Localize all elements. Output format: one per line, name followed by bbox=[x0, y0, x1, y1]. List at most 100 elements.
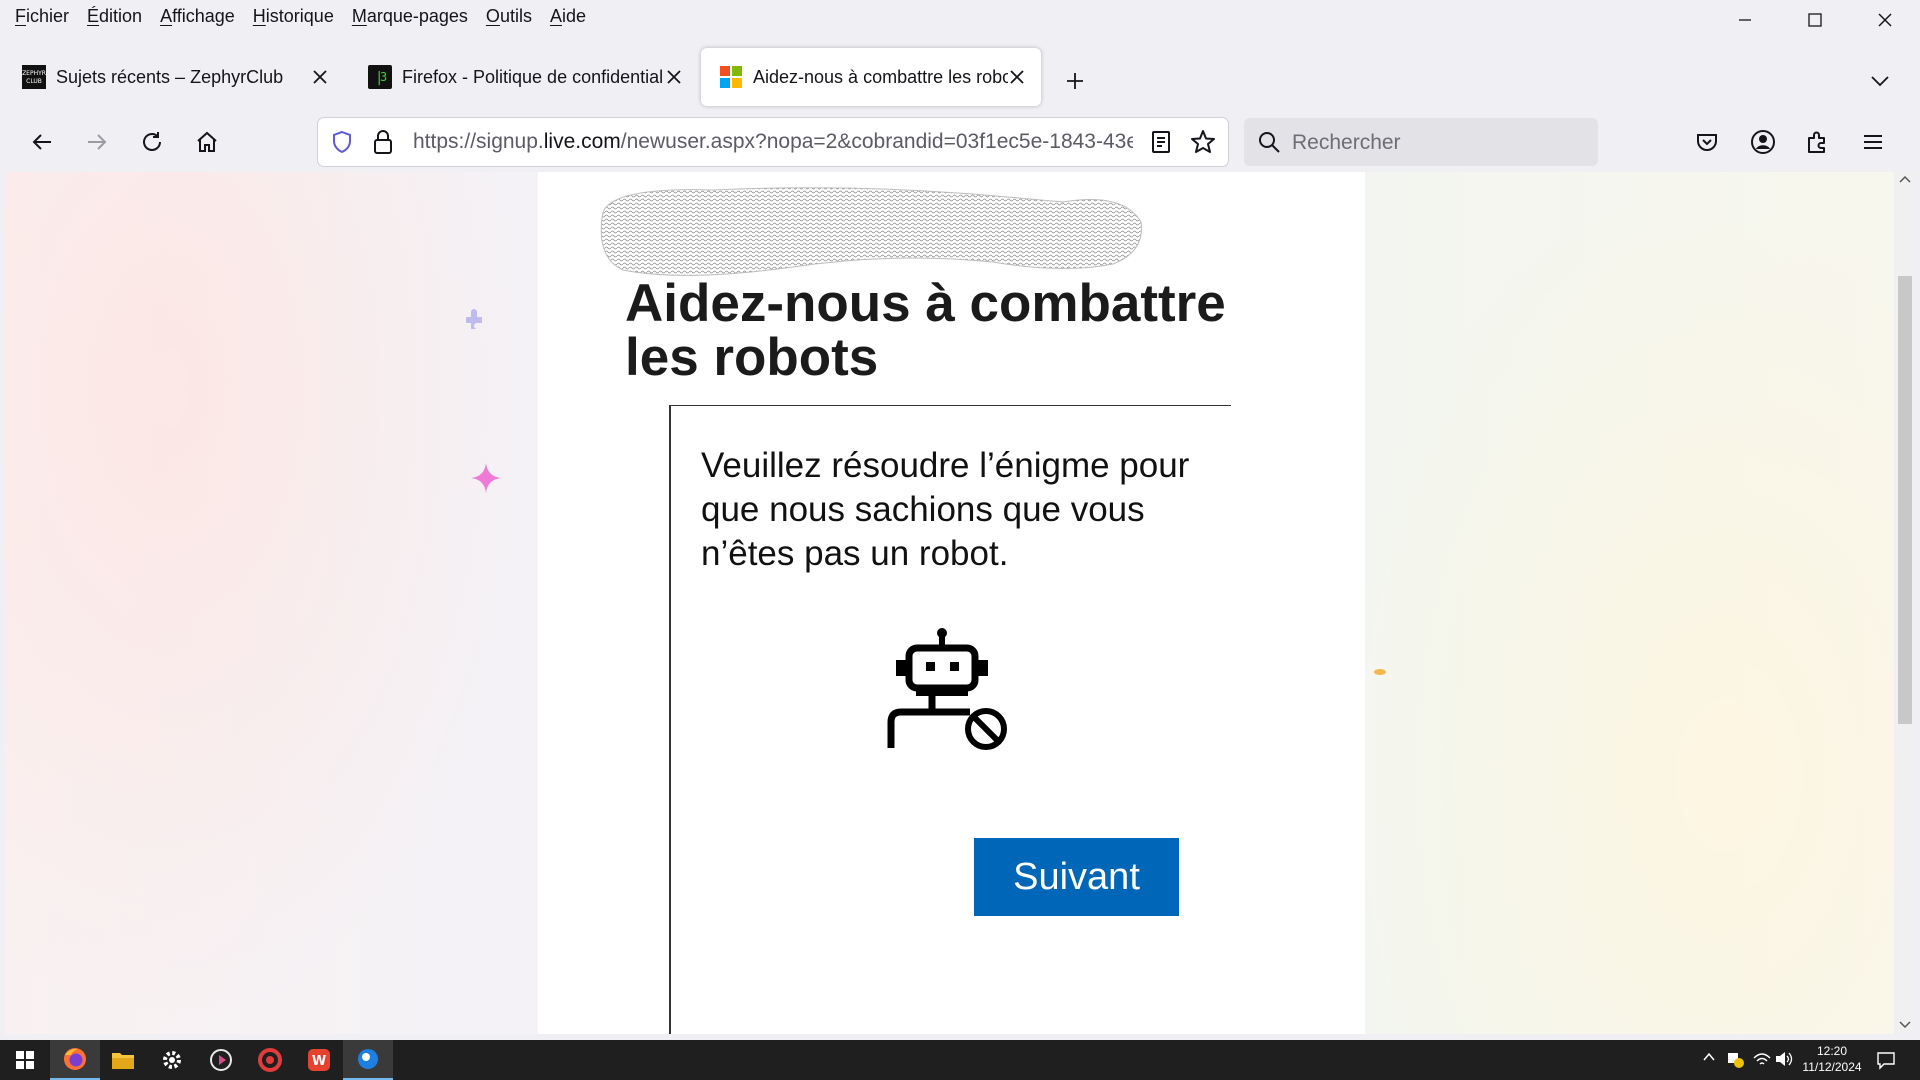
close-icon bbox=[667, 70, 681, 84]
back-button[interactable] bbox=[22, 122, 62, 162]
puzzle-decoration-icon bbox=[466, 309, 482, 329]
menu-edition[interactable]: Édition bbox=[87, 6, 142, 27]
plus-icon bbox=[1067, 73, 1083, 89]
scroll-down-icon[interactable] bbox=[1899, 1020, 1911, 1030]
menu-aide[interactable]: Aide bbox=[550, 6, 586, 27]
search-placeholder: Rechercher bbox=[1292, 131, 1401, 154]
vertical-scrollbar[interactable] bbox=[1894, 172, 1916, 1034]
browser-chrome: Fichier Édition Affichage Historique Mar… bbox=[0, 0, 1920, 172]
forward-arrow-icon bbox=[88, 134, 107, 150]
menu-bar: Fichier Édition Affichage Historique Mar… bbox=[0, 0, 1920, 32]
next-button[interactable]: Suivant bbox=[974, 838, 1179, 916]
dot-decoration-icon bbox=[1374, 669, 1386, 675]
notifications-button[interactable] bbox=[1876, 1050, 1896, 1075]
window-controls bbox=[1710, 0, 1920, 40]
reader-view-icon[interactable] bbox=[1150, 130, 1172, 154]
clock-time: 12:20 bbox=[1816, 1044, 1848, 1058]
new-tab-button[interactable] bbox=[1057, 63, 1093, 99]
taskbar-app-red[interactable] bbox=[245, 1040, 295, 1080]
close-window-button[interactable] bbox=[1850, 0, 1920, 40]
menu-historique[interactable]: Historique bbox=[253, 6, 334, 27]
taskbar-firefox[interactable] bbox=[50, 1040, 100, 1080]
close-icon bbox=[1878, 13, 1892, 27]
tray-network[interactable] bbox=[1752, 1050, 1772, 1073]
tab-title: Firefox - Politique de confidentialité bbox=[402, 66, 664, 87]
app-menu-button[interactable] bbox=[1853, 122, 1893, 162]
play-circle-icon bbox=[210, 1049, 232, 1071]
svg-text:3: 3 bbox=[380, 70, 387, 84]
taskbar-file-explorer[interactable] bbox=[98, 1040, 148, 1080]
tab-close-button[interactable] bbox=[1005, 65, 1029, 89]
tab-close-button[interactable] bbox=[662, 65, 686, 89]
bookmark-star-icon[interactable] bbox=[1190, 129, 1216, 155]
svg-text:CLUB: CLUB bbox=[26, 78, 42, 85]
taskbar-app-blue[interactable] bbox=[343, 1040, 393, 1080]
taskbar: W 12:20 11/12/2024 bbox=[0, 1040, 1920, 1080]
app-swirl-icon bbox=[258, 1048, 282, 1072]
signup-card: Aidez-nous à combattre les robots Veuill… bbox=[538, 172, 1365, 1034]
windows-start-icon bbox=[16, 1051, 34, 1069]
chevron-down-icon bbox=[1871, 76, 1889, 87]
search-bar[interactable]: Rechercher bbox=[1244, 118, 1598, 166]
tab-bar: ZEPHYR CLUB Sujets récents – ZephyrClub |… bbox=[0, 48, 1920, 108]
microsoft-favicon bbox=[720, 66, 742, 88]
menu-marque-pages[interactable]: Marque-pages bbox=[352, 6, 468, 27]
clock-date: 11/12/2024 bbox=[1802, 1060, 1862, 1074]
notification-icon bbox=[1877, 1052, 1895, 1070]
speaker-icon bbox=[1776, 1052, 1793, 1066]
forward-button[interactable] bbox=[77, 122, 117, 162]
home-icon bbox=[197, 131, 217, 152]
robot-blocked-icon bbox=[887, 628, 1007, 750]
taskbar-wps-office[interactable]: W bbox=[294, 1040, 344, 1080]
search-icon bbox=[1259, 132, 1280, 153]
minimize-icon bbox=[1739, 19, 1751, 21]
home-button[interactable] bbox=[187, 122, 227, 162]
terminal-favicon: |3 bbox=[368, 65, 392, 89]
tab-title: Sujets récents – ZephyrClub bbox=[56, 66, 284, 87]
minimize-button[interactable] bbox=[1710, 0, 1780, 40]
captcha-frame: Veuillez résoudre l’énigme pour que nous… bbox=[669, 405, 1231, 1034]
page-content: Aidez-nous à combattre les robots Veuill… bbox=[5, 172, 1894, 1034]
taskbar-settings[interactable] bbox=[147, 1040, 197, 1080]
list-all-tabs-button[interactable] bbox=[1862, 63, 1898, 99]
puzzle-piece-icon bbox=[1808, 131, 1825, 153]
tray-security[interactable] bbox=[1726, 1050, 1744, 1073]
gear-icon bbox=[163, 1051, 181, 1069]
tab-zephyrclub[interactable]: ZEPHYR CLUB Sujets récents – ZephyrClub bbox=[4, 48, 344, 106]
tray-volume[interactable] bbox=[1774, 1050, 1794, 1073]
firefox-icon bbox=[64, 1048, 86, 1070]
lock-icon[interactable] bbox=[372, 129, 394, 155]
tab-firefox-privacy[interactable]: | 3 Firefox - Politique de confidentialit… bbox=[350, 48, 690, 106]
background-glow-right bbox=[1334, 172, 1894, 1034]
tab-aidez-nous[interactable]: Aidez-nous à combattre les robots bbox=[701, 48, 1041, 106]
wifi-icon bbox=[1753, 1053, 1771, 1065]
page-title: Aidez-nous à combattre les robots bbox=[625, 274, 1226, 387]
menu-fichier[interactable]: Fichier bbox=[15, 6, 69, 27]
back-arrow-icon bbox=[32, 134, 51, 150]
menu-outils[interactable]: Outils bbox=[486, 6, 532, 27]
scrollbar-thumb[interactable] bbox=[1898, 276, 1912, 724]
close-icon bbox=[1010, 70, 1024, 84]
svg-text:W: W bbox=[312, 1054, 326, 1069]
taskbar-media-player[interactable] bbox=[196, 1040, 246, 1080]
menu-affichage[interactable]: Affichage bbox=[160, 6, 235, 27]
scroll-up-icon[interactable] bbox=[1899, 174, 1911, 184]
tab-title: Aidez-nous à combattre les robots bbox=[753, 66, 1008, 87]
account-button[interactable] bbox=[1743, 122, 1783, 162]
tracking-protection-shield-icon[interactable] bbox=[330, 130, 354, 154]
folder-icon bbox=[112, 1053, 134, 1069]
show-hidden-icons-button[interactable] bbox=[1702, 1050, 1716, 1069]
reload-button[interactable] bbox=[132, 122, 172, 162]
address-bar[interactable]: https://signup.live.com/newuser.aspx?nop… bbox=[318, 118, 1228, 166]
start-button[interactable] bbox=[0, 1040, 50, 1080]
extensions-button[interactable] bbox=[1798, 122, 1838, 162]
tab-close-button[interactable] bbox=[308, 65, 332, 89]
system-clock[interactable]: 12:20 11/12/2024 bbox=[1796, 1043, 1868, 1075]
reload-icon bbox=[143, 132, 161, 151]
app-blue-globe-icon bbox=[358, 1049, 378, 1069]
zephyrclub-favicon: ZEPHYRCLUB bbox=[22, 65, 46, 89]
pocket-button[interactable] bbox=[1687, 122, 1727, 162]
url-text: https://signup.live.com/newuser.aspx?nop… bbox=[413, 130, 1133, 153]
maximize-button[interactable] bbox=[1780, 0, 1850, 40]
wps-office-icon: W bbox=[308, 1049, 330, 1071]
